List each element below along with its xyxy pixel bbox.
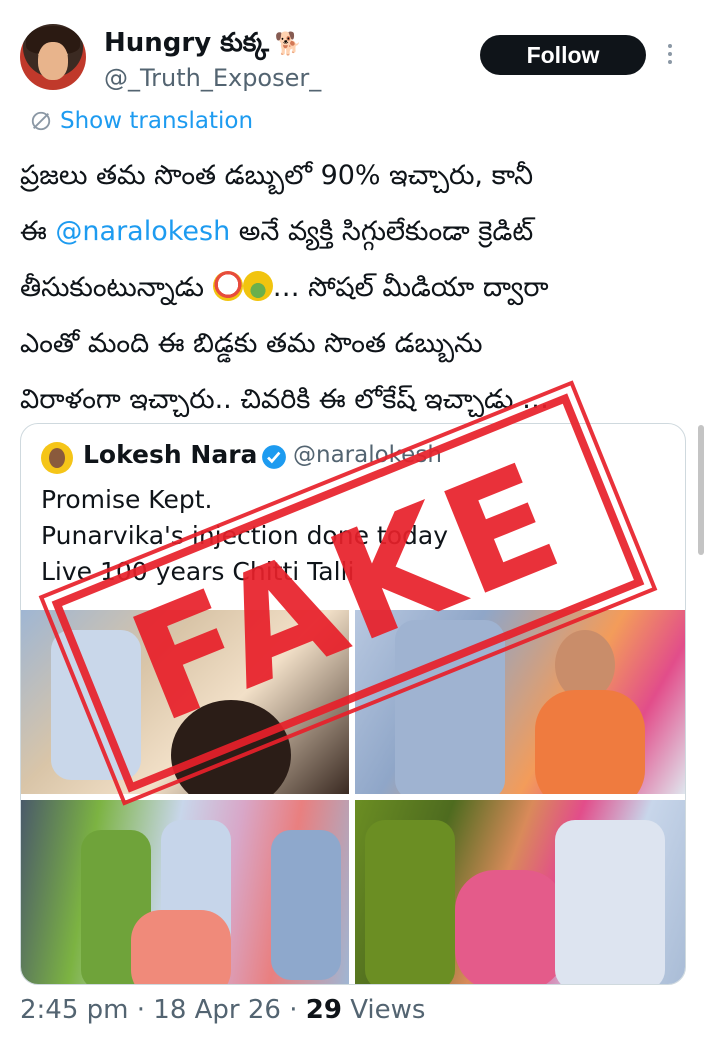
author-name-text: Hungry కుక్క [104,28,269,58]
show-translation-text: Show translation [60,108,254,134]
tweet-line-5: విరాళంగా ఇచ్చారు.. చివరికి ఈ లోకేష్ ఇచ్చ… [20,384,549,415]
quoted-author-avatar [41,442,73,474]
tweet-line-2-prefix: ఈ [20,216,56,247]
quoted-author-name: Lokesh Nara [83,440,258,469]
photo-4[interactable] [355,800,685,984]
mention-link[interactable]: @naralokesh [55,216,230,247]
photo-3[interactable] [21,800,349,984]
tweet-line-3-prefix: తీసుకుంటున్నాడు [20,272,213,303]
no-translate-icon [31,111,51,131]
tweet-body: ప్రజలు తమ సొంత డబ్బులో 90% ఇచ్చారు, కానీ… [20,148,692,428]
views-label: Views [350,995,426,1025]
tweet-footer: 2:45 pm · 18 Apr 26 · 29 Views [20,995,426,1025]
author-display-name[interactable]: Hungry కుక్క 🐕 [104,28,302,64]
tweet-line-3: తీసుకుంటున్నాడు … సోషల్ మీడియా ద్వారా [20,260,692,316]
dog-emoji-icon: 🐕 [274,32,303,57]
tweet-line-2: ఈ @naralokesh అనే వ్యక్తి సిగ్గులేకుండా … [20,204,692,260]
tweet-line-4: ఎంతో మంది ఈ బిడ్డకు తమ సొంత డబ్బును [20,328,483,359]
more-options-icon[interactable] [664,40,676,72]
tweet-line-3-suffix: … సోషల్ మీడియా ద్వారా [272,272,549,303]
verified-badge-icon [262,445,286,469]
tweet-line-2-suffix: అనే వ్యక్తి సిగ్గులేకుండా క్రెడిట్ [230,216,534,247]
views-count: 29 [305,995,342,1025]
tweet-time[interactable]: 2:45 pm [20,995,128,1025]
vomiting-emoji-icon [242,271,273,301]
avatar-face [38,42,68,80]
clown-emoji-icon [212,271,243,301]
author-handle[interactable]: @_Truth_Exposer_ [104,64,321,92]
scrollbar[interactable] [698,425,704,555]
show-translation-link[interactable]: Show translation [30,108,253,134]
tweet-line-1: ప్రజలు తమ సొంత డబ్బులో 90% ఇచ్చారు, కానీ [20,160,534,191]
follow-button[interactable]: Follow [480,35,646,75]
tweet-header: Hungry కుక్క 🐕 @_Truth_Exposer_ Follow [0,0,704,110]
author-avatar[interactable] [20,24,86,90]
tweet-date[interactable]: 18 Apr 26 [153,995,281,1025]
